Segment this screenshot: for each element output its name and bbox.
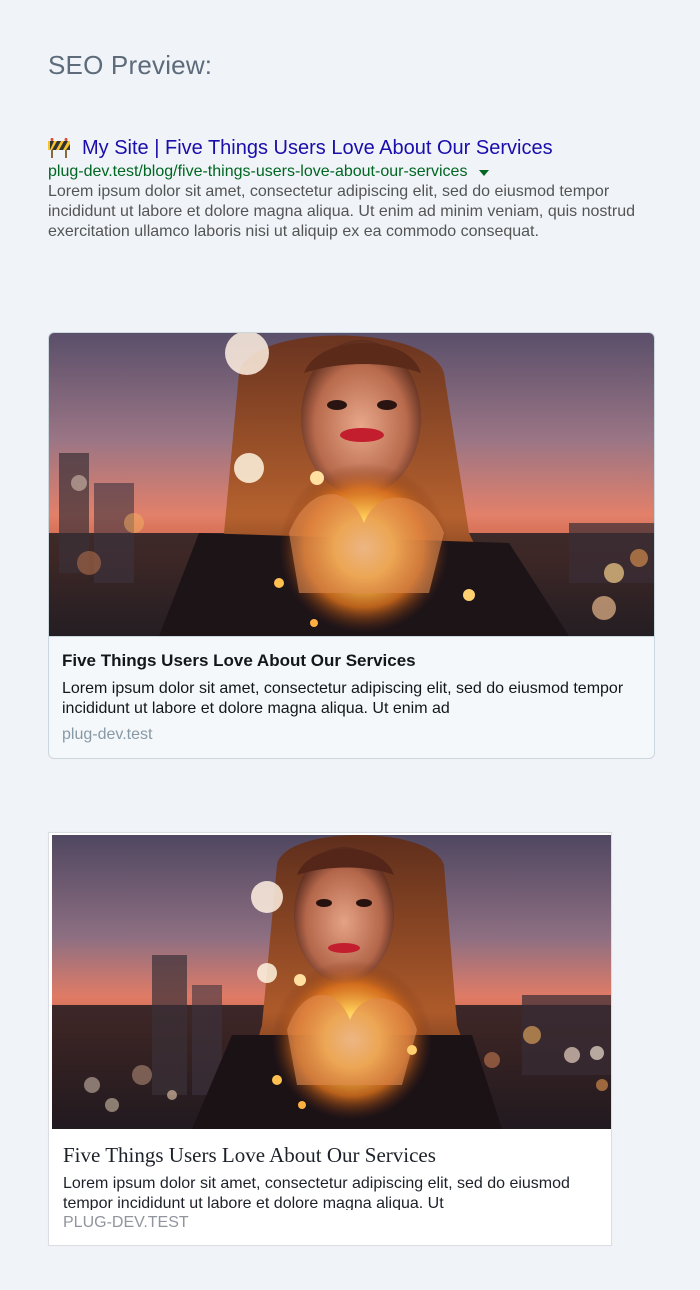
twitter-card-domain: plug-dev.test [62, 726, 153, 743]
google-result-url: plug-dev.test/blog/five-things-users-lov… [48, 163, 468, 180]
construction-sign-icon [48, 138, 70, 158]
twitter-card-preview[interactable]: Five Things Users Love About Our Service… [48, 332, 655, 759]
page-title: SEO Preview: [48, 50, 213, 80]
facebook-card-preview[interactable]: Five Things Users Love About Our Service… [48, 832, 612, 1246]
google-preview: My Site | Five Things Users Love About O… [48, 135, 658, 242]
caret-down-icon[interactable] [479, 169, 490, 176]
google-result-description: Lorem ipsum dolor sit amet, consectetur … [48, 183, 635, 240]
google-result-title-link[interactable]: My Site | Five Things Users Love About O… [82, 137, 553, 160]
twitter-card-description: Lorem ipsum dolor sit amet, consectetur … [62, 680, 624, 717]
facebook-card-body: Five Things Users Love About Our Service… [49, 1129, 611, 1232]
facebook-card-title: Five Things Users Love About Our Service… [63, 1143, 436, 1167]
google-url-row: plug-dev.test/blog/five-things-users-lov… [48, 162, 658, 182]
twitter-card-title: Five Things Users Love About Our Service… [62, 651, 416, 670]
twitter-card-body: Five Things Users Love About Our Service… [49, 637, 654, 744]
woman-holding-fairy-lights-photo [52, 835, 611, 1129]
facebook-card-description: Lorem ipsum dolor sit amet, consectetur … [63, 1175, 570, 1210]
facebook-card-domain: plug-dev.test [63, 1214, 189, 1231]
google-title-row: My Site | Five Things Users Love About O… [48, 135, 658, 161]
woman-holding-fairy-lights-photo [49, 333, 654, 637]
